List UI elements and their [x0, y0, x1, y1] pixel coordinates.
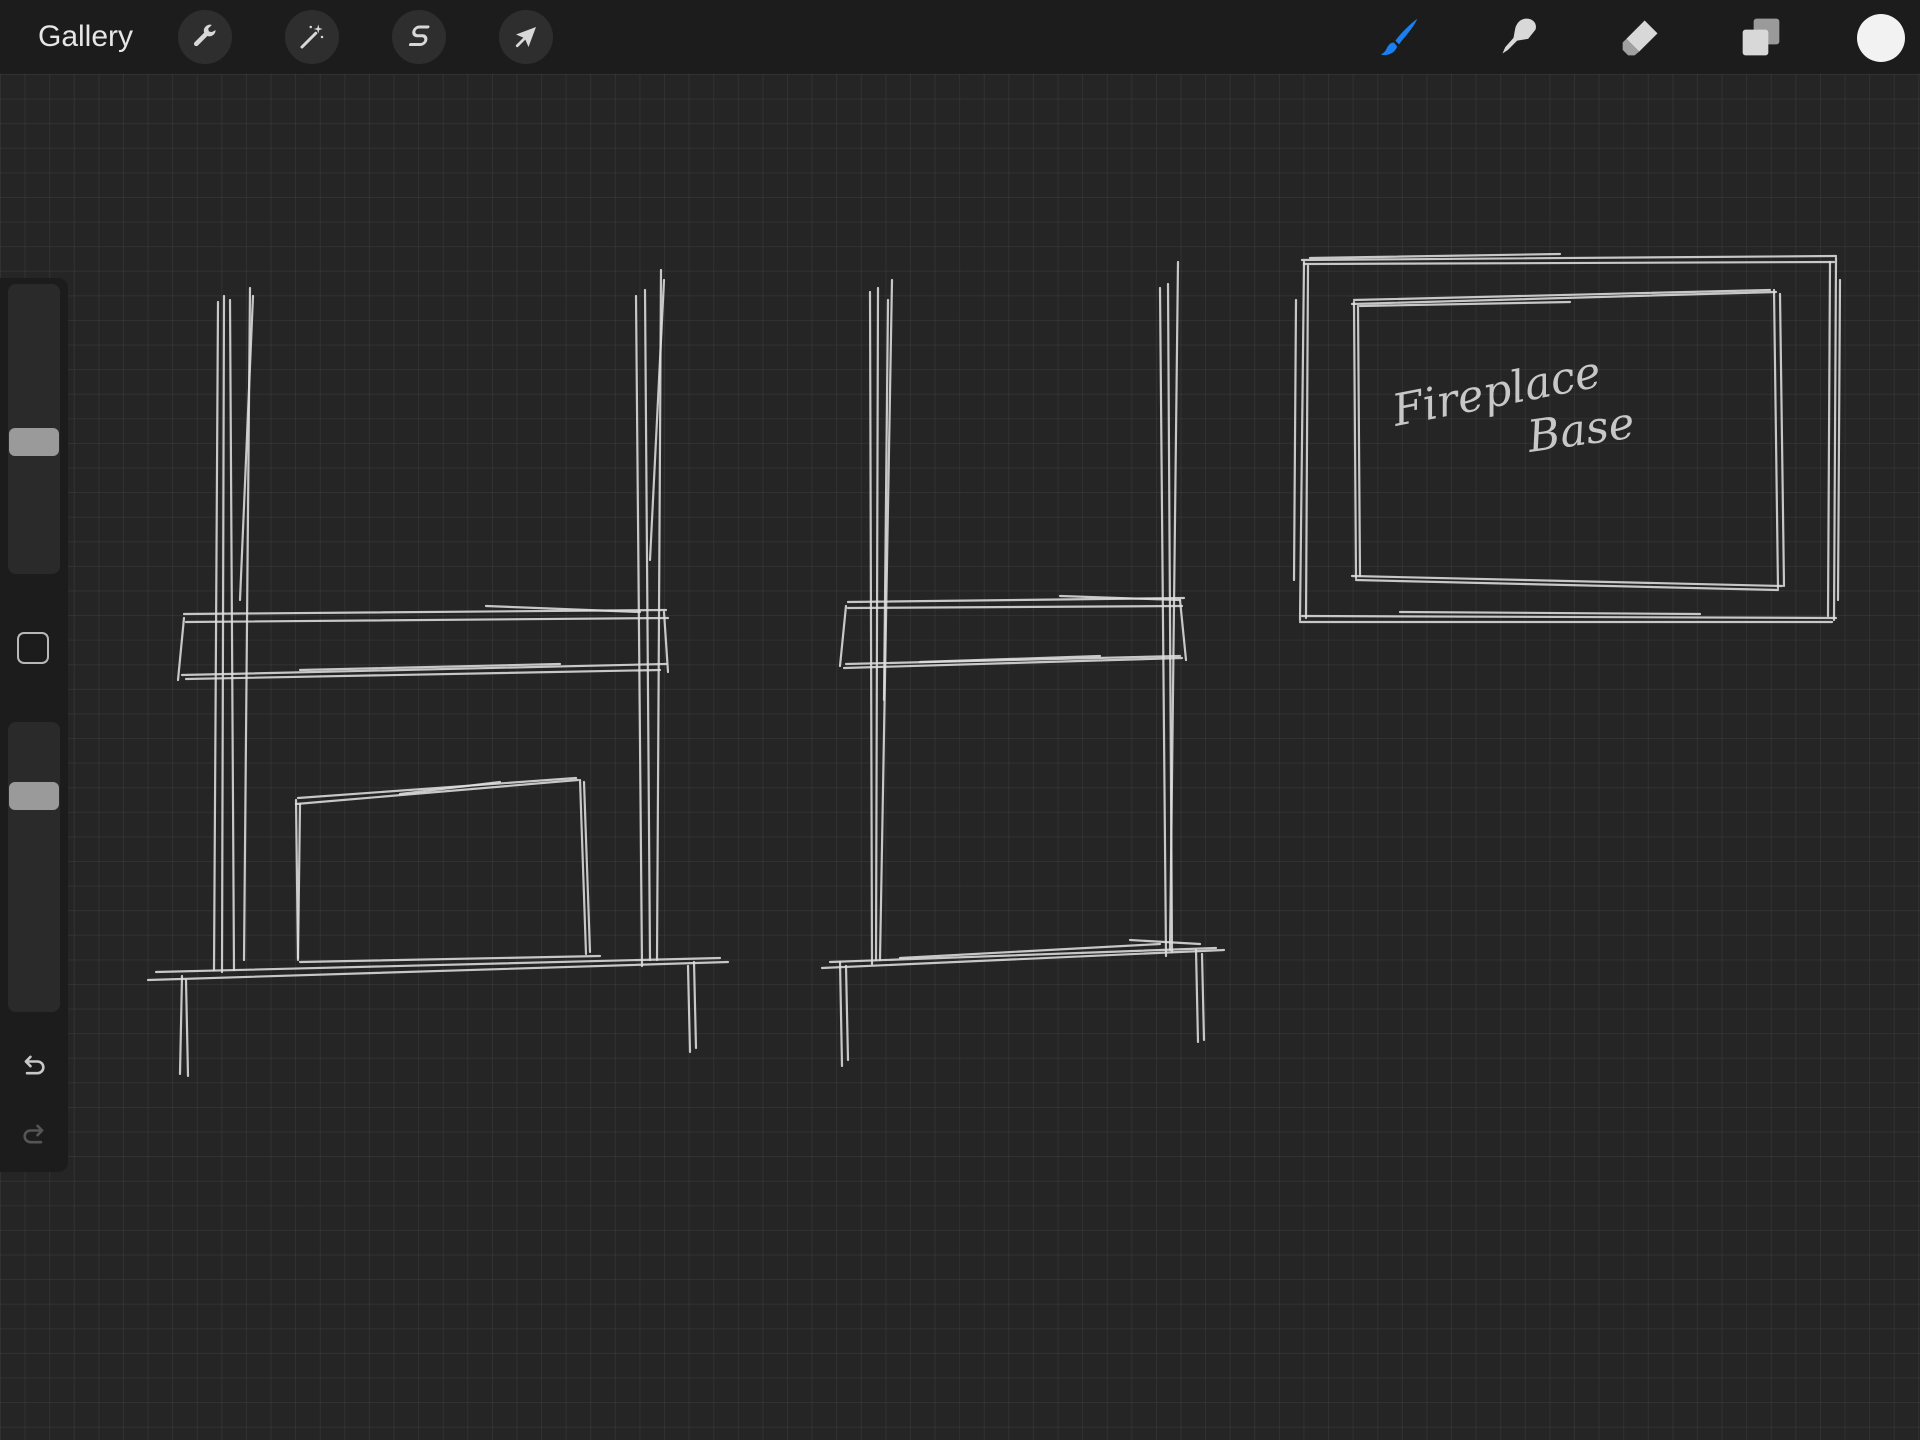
undo-button[interactable] [12, 1045, 56, 1085]
brush-icon [1380, 18, 1418, 56]
brush-size-thumb[interactable] [9, 428, 59, 456]
drawing-canvas[interactable]: Fireplace Base [0, 74, 1920, 1440]
actions-button[interactable] [178, 10, 232, 64]
selection-s-icon [408, 25, 430, 46]
gallery-button[interactable]: Gallery [38, 19, 133, 55]
smudge-tool-button[interactable] [1492, 10, 1546, 64]
brush-size-slider[interactable] [8, 284, 60, 574]
left-sidebar [0, 278, 68, 1172]
brush-tool-button[interactable] [1372, 10, 1426, 64]
opacity-thumb[interactable] [9, 782, 59, 810]
adjustments-button[interactable] [285, 10, 339, 64]
selection-button[interactable] [392, 10, 446, 64]
layers-button[interactable] [1734, 10, 1788, 64]
arrow-cursor-icon [515, 27, 536, 48]
sketch-fireplace-front [146, 268, 730, 1078]
magic-wand-icon [300, 24, 324, 49]
eraser-tool-button[interactable] [1614, 10, 1668, 64]
layers-icon [1742, 18, 1780, 56]
smudge-finger-icon [1502, 18, 1536, 54]
eraser-icon [1622, 20, 1658, 56]
opacity-slider[interactable] [8, 722, 60, 1012]
sketch-handwritten-note: Fireplace Base [1387, 347, 1637, 464]
sketch-drawing: Fireplace Base [146, 252, 1842, 1078]
modify-button[interactable] [17, 632, 49, 664]
top-toolbar: Gallery [0, 0, 1920, 74]
redo-button[interactable] [12, 1114, 56, 1154]
undo-arrow-icon [24, 1055, 45, 1075]
transform-button[interactable] [499, 10, 553, 64]
redo-arrow-icon [23, 1124, 44, 1144]
color-picker-swatch[interactable] [1857, 14, 1905, 62]
sketch-fireplace-side [820, 260, 1226, 1068]
wrench-icon [193, 24, 216, 47]
